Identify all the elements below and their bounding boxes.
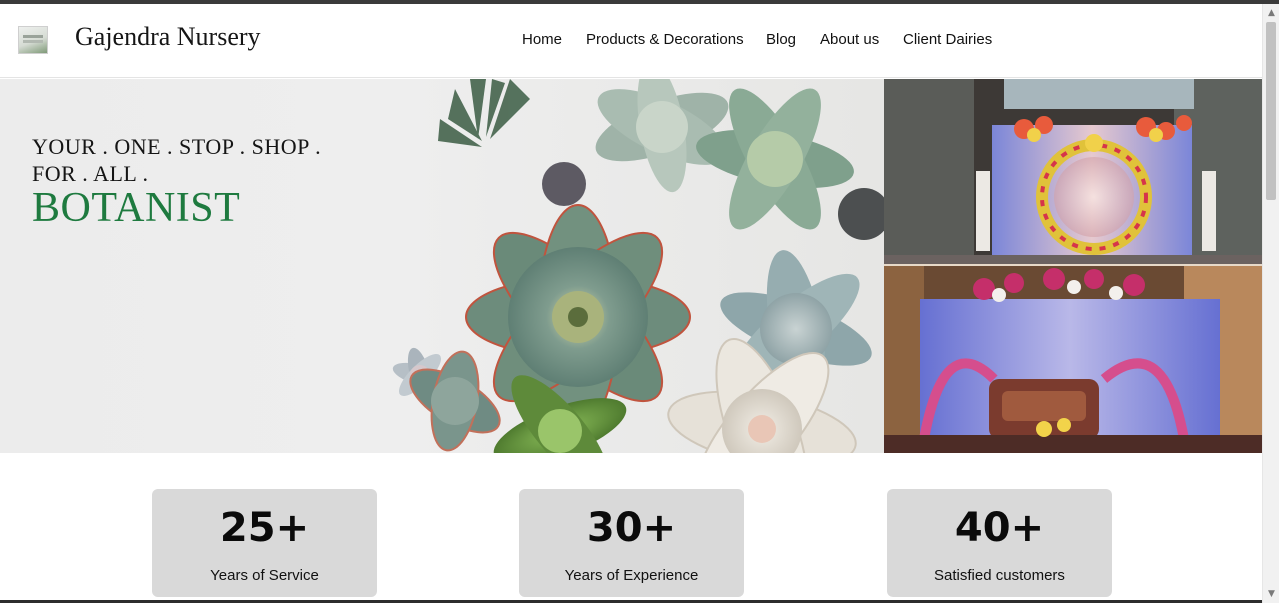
stat-label: Years of Experience [564,567,699,584]
hero-tagline: YOUR . ONE . STOP . SHOP . FOR . ALL . B… [32,133,321,231]
stat-number: 25+ [219,505,310,551]
nav-products-decorations-link[interactable]: Products & Decorations [586,31,744,48]
nav-blog-link[interactable]: Blog [766,31,796,48]
nav-home-link[interactable]: Home [522,31,562,48]
hero-banner: YOUR . ONE . STOP . SHOP . FOR . ALL . B… [0,79,1262,453]
site-header: Gajendra Nursery Home Products & Decorat… [0,4,1262,78]
stat-card-satisfied-customers: 40+ Satisfied customers [887,489,1112,597]
stat-label: Years of Service [210,567,319,584]
stat-number: 30+ [586,505,677,551]
page-scrollbar[interactable]: ▲ ▼ [1262,4,1279,603]
stat-card-years-of-experience: 30+ Years of Experience [519,489,744,597]
nav-client-dairies-link[interactable]: Client Dairies [903,31,992,48]
wedding-stage-decoration-photo [884,79,1262,453]
hero-tagline-line-1: YOUR . ONE . STOP . SHOP . [32,134,322,159]
nav-about-us-link[interactable]: About us [820,31,879,48]
main-navigation: Home Products & Decorations Blog About u… [0,31,1262,51]
scrollbar-thumb[interactable] [1266,22,1276,200]
scroll-down-arrow-icon[interactable]: ▼ [1263,587,1279,601]
stat-label: Satisfied customers [934,567,1065,584]
stat-number: 40+ [954,505,1045,551]
stats-section: 25+ Years of Service 30+ Years of Experi… [0,489,1262,599]
stage-decoration-illustration [884,79,1262,453]
succulents-photo: YOUR . ONE . STOP . SHOP . FOR . ALL . B… [0,79,884,453]
hero-tagline-highlight: BOTANIST [32,185,241,231]
stat-card-years-of-service: 25+ Years of Service [152,489,377,597]
hero-tagline-line-2: FOR . ALL . [32,161,149,186]
scroll-up-arrow-icon[interactable]: ▲ [1263,6,1279,20]
